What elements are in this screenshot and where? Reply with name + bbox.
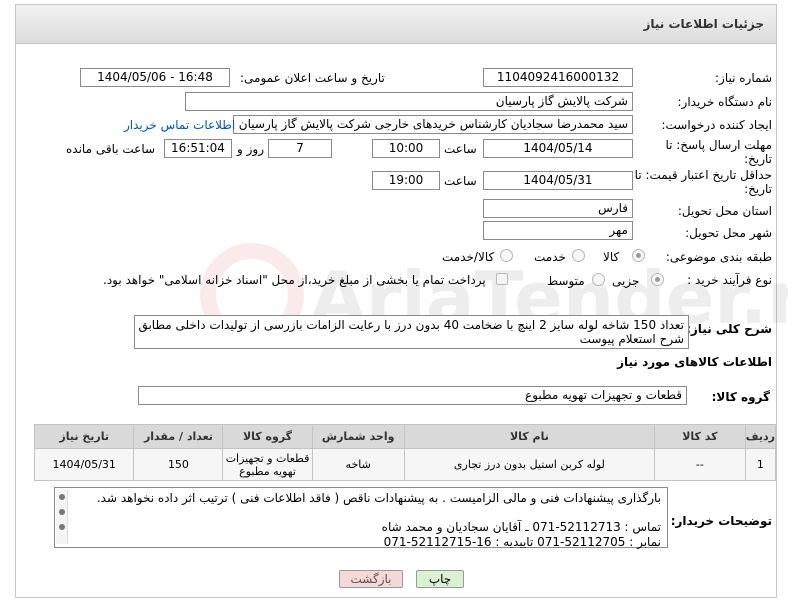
requester-field: سید محمدرضا سجادیان کارشناس خریدهای خارج… xyxy=(233,115,633,134)
reply-deadline-label: مهلت ارسال پاسخ: تا تاریخ: xyxy=(665,138,772,166)
validity-time-label: ساعت xyxy=(444,174,477,188)
col-header-item-code: کد کالا xyxy=(654,424,746,449)
general-desc-box: تعداد 150 شاخه لوله سایز 2 اینچ با ضخامت… xyxy=(134,315,689,349)
cell-item-code: -- xyxy=(654,448,746,481)
notes-scrollbar[interactable] xyxy=(56,490,68,544)
buyer-notes-box: بارگذاری پیشنهادات فنی و مالی الزامیست .… xyxy=(54,487,668,550)
scroll-thumb-icon[interactable] xyxy=(59,509,65,515)
cell-row-number: 1 xyxy=(744,448,777,481)
col-header-item-group: گروه کالا xyxy=(222,424,313,449)
process-radio-minor[interactable] xyxy=(651,273,664,286)
goods-group-field: قطعات و تجهیزات تهویه مطبوع xyxy=(138,386,687,405)
panel-header: جزئیات اطلاعات نیاز xyxy=(15,4,777,44)
category-radio-service[interactable] xyxy=(572,249,585,262)
city-field: مهر xyxy=(483,221,633,240)
days-and-label: روز و xyxy=(237,142,264,156)
cell-item-group: قطعات و تجهیزات تهویه مطبوع xyxy=(222,448,313,481)
page-title: جزئیات اطلاعات نیاز xyxy=(643,17,764,31)
buyer-contact-link[interactable]: اطلاعات تماس خریدار xyxy=(124,118,235,132)
general-desc-line1: تعداد 150 شاخه لوله سایز 2 اینچ با ضخامت… xyxy=(138,318,684,332)
process-radio-medium[interactable] xyxy=(592,273,605,286)
category-option-both: کالا/خدمت xyxy=(442,250,495,264)
province-label: استان محل تحویل: xyxy=(677,204,772,218)
validity-time-field: 19:00 xyxy=(372,171,440,190)
goods-group-label: گروه کالا: xyxy=(711,390,770,404)
buyer-org-label: نام دستگاه خریدار: xyxy=(677,95,773,109)
category-option-service: خدمت xyxy=(534,250,566,264)
buyer-notes-line3: نمابر : 52112705-071 تاییدیه : 16-521127… xyxy=(383,535,661,549)
col-header-item-name: نام کالا xyxy=(403,424,656,449)
table-row: 1 -- لوله کربن استیل بدون درز تجاری شاخه… xyxy=(33,448,777,481)
need-number-field: 1104092416000132 xyxy=(483,68,633,87)
city-label: شهر محل تحویل: xyxy=(685,226,772,240)
cell-unit: شاخه xyxy=(311,448,405,481)
col-header-need-date: تاریخ نیاز xyxy=(33,424,135,449)
reply-time-label: ساعت xyxy=(444,142,477,156)
cell-item-name: لوله کربن استیل بدون درز تجاری xyxy=(403,448,656,481)
need-number-label: شماره نیاز: xyxy=(715,71,772,85)
requester-label: ایجاد کننده درخواست: xyxy=(661,118,772,132)
goods-info-heading: اطلاعات کالاهای مورد نیاز xyxy=(617,355,772,369)
back-button[interactable]: بازگشت xyxy=(339,570,403,588)
reply-time-field: 10:00 xyxy=(372,139,440,158)
col-header-row-number: ردیف xyxy=(744,424,777,449)
remaining-label: ساعت باقی مانده xyxy=(66,142,156,156)
category-radio-both[interactable] xyxy=(500,249,513,262)
scroll-up-icon[interactable] xyxy=(59,494,65,500)
table-header-row: ردیف کد کالا نام کالا واحد شمارش گروه کا… xyxy=(33,424,777,449)
print-button[interactable]: چاپ xyxy=(416,570,464,588)
cell-need-date: 1404/05/31 xyxy=(33,448,135,481)
col-header-unit: واحد شمارش xyxy=(311,424,405,449)
buyer-notes-line2: تماس : 52112713-071 ـ آقایان سجادیان و م… xyxy=(381,520,661,534)
buyer-org-field: شرکت پالایش گاز پارسیان xyxy=(185,92,633,111)
reply-date-field: 1404/05/14 xyxy=(483,139,633,158)
general-desc-line2: شرح استعلام پیوست xyxy=(579,332,684,346)
treasury-payment-checkbox[interactable] xyxy=(496,273,508,285)
buyer-notes-line1: بارگذاری پیشنهادات فنی و مالی الزامیست .… xyxy=(96,491,661,505)
scroll-down-icon[interactable] xyxy=(59,524,65,530)
col-header-quantity: تعداد / مقدار xyxy=(133,424,224,449)
validity-date-field: 1404/05/31 xyxy=(483,171,633,190)
remaining-time-field: 16:51:04 xyxy=(164,139,232,158)
category-label: طبقه بندی موضوعی: xyxy=(665,250,772,264)
buyer-notes-label: توضیحات خریدار: xyxy=(670,514,772,528)
cell-quantity: 150 xyxy=(133,448,224,481)
category-option-goods: کالا xyxy=(603,250,620,264)
process-option-minor: جزیی xyxy=(612,274,640,288)
goods-table: ردیف کد کالا نام کالا واحد شمارش گروه کا… xyxy=(33,424,777,481)
process-option-medium: متوسط xyxy=(547,274,585,288)
price-validity-label: حداقل تاریخ اعتبار قیمت: تا تاریخ: xyxy=(634,168,772,196)
announce-datetime-label: تاریخ و ساعت اعلان عمومی: xyxy=(240,71,385,85)
announce-datetime-field: 1404/05/06 - 16:48 xyxy=(80,68,230,87)
category-radio-goods[interactable] xyxy=(632,249,645,262)
buyer-notes-text: بارگذاری پیشنهادات فنی و مالی الزامیست .… xyxy=(97,491,661,550)
reply-days-field: 7 xyxy=(268,139,332,158)
general-desc-label: شرح کلی نیاز: xyxy=(686,322,772,336)
process-type-label: نوع فرآیند خرید : xyxy=(687,273,772,287)
payment-note: پرداخت تمام یا بخشی از مبلغ خرید،از محل … xyxy=(103,273,486,287)
province-field: فارس xyxy=(483,199,633,218)
